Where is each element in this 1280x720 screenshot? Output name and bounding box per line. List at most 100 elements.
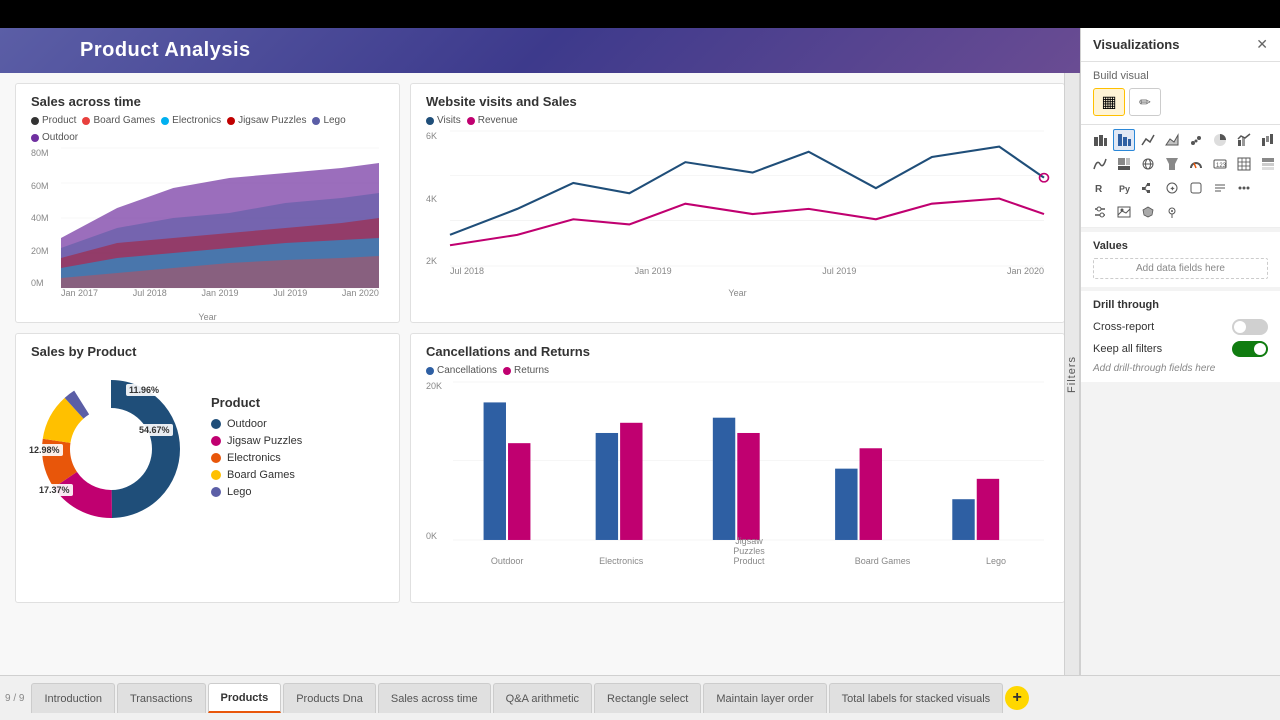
- tab-introduction[interactable]: Introduction: [31, 683, 114, 713]
- legend-item-lego: Lego: [211, 486, 302, 498]
- area-chart-container: 80M 60M 40M 20M 0M: [31, 148, 384, 308]
- add-tab-button[interactable]: +: [1005, 686, 1029, 710]
- x-axis-labels: Jan 2017 Jul 2018 Jan 2019 Jul 2019 Jan …: [61, 288, 379, 308]
- build-visual-buttons: ▦ ✏: [1093, 88, 1268, 116]
- viz-icon-bar-chart[interactable]: [1113, 129, 1135, 151]
- bar-lego-cancel[interactable]: [952, 499, 974, 540]
- tab-qa-arithmetic[interactable]: Q&A arithmetic: [493, 683, 592, 713]
- charts-grid: Sales across time Product Board Games El…: [15, 83, 1065, 665]
- bar-outdoor-cancel[interactable]: [484, 402, 506, 540]
- legend-visits: Visits: [426, 115, 461, 126]
- viz-icon-ai-insights[interactable]: ✦: [1161, 177, 1183, 199]
- legend-lego: Lego: [312, 115, 345, 126]
- tab-sales-across-time[interactable]: Sales across time: [378, 683, 491, 713]
- pct-electronics: 17.37%: [36, 484, 73, 496]
- y-label-20m: 20M: [31, 246, 59, 256]
- viz-icon-azure-map[interactable]: [1161, 201, 1183, 223]
- y-axis-labels: 80M 60M 40M 20M 0M: [31, 148, 59, 288]
- visits-y-axis: 6K 4K 2K: [426, 131, 448, 266]
- legend-dot-boardgames: [82, 117, 90, 125]
- bar-electronics-cancel[interactable]: [596, 433, 618, 540]
- bar-chart-button[interactable]: ▦: [1093, 88, 1125, 116]
- viz-icon-stacked-bar[interactable]: [1089, 129, 1111, 151]
- x-label-jan2017: Jan 2017: [61, 288, 98, 308]
- viz-close-button[interactable]: ✕: [1256, 36, 1268, 53]
- viz-icon-filled-map[interactable]: [1137, 201, 1159, 223]
- viz-icon-scatter[interactable]: [1185, 129, 1207, 151]
- tab-transactions[interactable]: Transactions: [117, 683, 206, 713]
- viz-icon-funnel[interactable]: [1161, 153, 1183, 175]
- bar-lego-returns[interactable]: [977, 479, 999, 540]
- viz-header: Visualizations ✕: [1081, 28, 1280, 62]
- legend-dot-lego: [312, 117, 320, 125]
- bar-outdoor-returns[interactable]: [508, 443, 530, 540]
- bar-jigsaw-returns[interactable]: [737, 433, 759, 540]
- x-lego: Lego: [986, 556, 1006, 566]
- tab-label-rectangle-select: Rectangle select: [607, 693, 688, 705]
- viz-icon-card[interactable]: 123: [1209, 153, 1231, 175]
- viz-icon-area[interactable]: [1161, 129, 1183, 151]
- legend-label-outdoor: Outdoor: [42, 132, 78, 143]
- viz-icon-waterfall[interactable]: [1257, 129, 1279, 151]
- viz-icon-smart-narrative[interactable]: [1209, 177, 1231, 199]
- viz-icon-gauge[interactable]: [1185, 153, 1207, 175]
- cancellations-title: Cancellations and Returns: [426, 344, 1049, 359]
- y-6k: 6K: [426, 131, 448, 141]
- viz-icon-matrix[interactable]: [1257, 153, 1279, 175]
- tab-products-dna[interactable]: Products Dna: [283, 683, 376, 713]
- line-chart-container: 6K 4K 2K: [426, 131, 1049, 286]
- keep-filters-knob: [1254, 343, 1266, 355]
- bar-x-axis: Outdoor Electronics Jigsaw Puzzles Produ…: [453, 541, 1044, 566]
- svg-text:123: 123: [1216, 163, 1227, 169]
- legend-outdoor: Outdoor: [31, 132, 78, 143]
- viz-icon-decomp-tree[interactable]: [1137, 177, 1159, 199]
- viz-icon-table[interactable]: [1233, 153, 1255, 175]
- keep-filters-toggle[interactable]: [1232, 341, 1268, 357]
- drill-add-fields[interactable]: Add drill-through fields here: [1093, 363, 1268, 374]
- main-content: Sales across time Product Board Games El…: [0, 73, 1080, 675]
- viz-icon-map[interactable]: [1137, 153, 1159, 175]
- legend-label-revenue: Revenue: [478, 115, 518, 126]
- viz-icon-pie[interactable]: [1209, 129, 1231, 151]
- legend-label-lego: Lego: [323, 115, 345, 126]
- viz-icon-python[interactable]: Py: [1113, 177, 1135, 199]
- bar-boardgames-cancel[interactable]: [835, 469, 857, 540]
- legend-jigsaw: Jigsaw Puzzles: [227, 115, 306, 126]
- sales-across-time-panel: Sales across time Product Board Games El…: [15, 83, 400, 323]
- x-electronics: Electronics: [599, 556, 643, 566]
- bar-electronics-returns[interactable]: [620, 423, 642, 540]
- viz-icons-section: 123 R Py ✦: [1081, 125, 1280, 228]
- bar-boardgames-returns[interactable]: [860, 448, 882, 540]
- tab-label-introduction: Introduction: [44, 693, 101, 705]
- bar-chart-svg: [453, 381, 1044, 541]
- tab-rectangle-select[interactable]: Rectangle select: [594, 683, 701, 713]
- x-jul2018: Jul 2018: [450, 266, 484, 286]
- viz-icon-line[interactable]: [1137, 129, 1159, 151]
- viz-icon-slicer[interactable]: [1089, 201, 1111, 223]
- tab-total-labels[interactable]: Total labels for stacked visuals: [829, 683, 1004, 713]
- x-label-jan2020: Jan 2020: [342, 288, 379, 308]
- header-bar: [0, 0, 1280, 28]
- values-add-field[interactable]: Add data fields here: [1093, 258, 1268, 279]
- format-button[interactable]: ✏: [1129, 88, 1161, 116]
- viz-icon-treemap[interactable]: [1113, 153, 1135, 175]
- x-jan2019: Jan 2019: [635, 266, 672, 286]
- legend-label-visits: Visits: [437, 115, 461, 126]
- viz-icon-shape[interactable]: [1185, 177, 1207, 199]
- y-label-80m: 80M: [31, 148, 59, 158]
- legend-dot-jigsaw: [227, 117, 235, 125]
- tab-products[interactable]: Products: [208, 683, 282, 713]
- area-chart-svg: [61, 148, 379, 288]
- viz-icon-more[interactable]: [1233, 177, 1255, 199]
- svg-text:R: R: [1095, 184, 1103, 195]
- viz-icon-combo[interactable]: [1233, 129, 1255, 151]
- tab-maintain-layer-order[interactable]: Maintain layer order: [703, 683, 826, 713]
- viz-icon-image[interactable]: [1113, 201, 1135, 223]
- filters-panel[interactable]: Filters: [1064, 73, 1080, 675]
- y-label-0m: 0M: [31, 278, 59, 288]
- bar-jigsaw-cancel[interactable]: [713, 418, 735, 540]
- dot-outdoor: [211, 419, 221, 429]
- viz-icon-ribbon[interactable]: [1089, 153, 1111, 175]
- cross-report-toggle[interactable]: [1232, 319, 1268, 335]
- viz-icon-r-visual[interactable]: R: [1089, 177, 1111, 199]
